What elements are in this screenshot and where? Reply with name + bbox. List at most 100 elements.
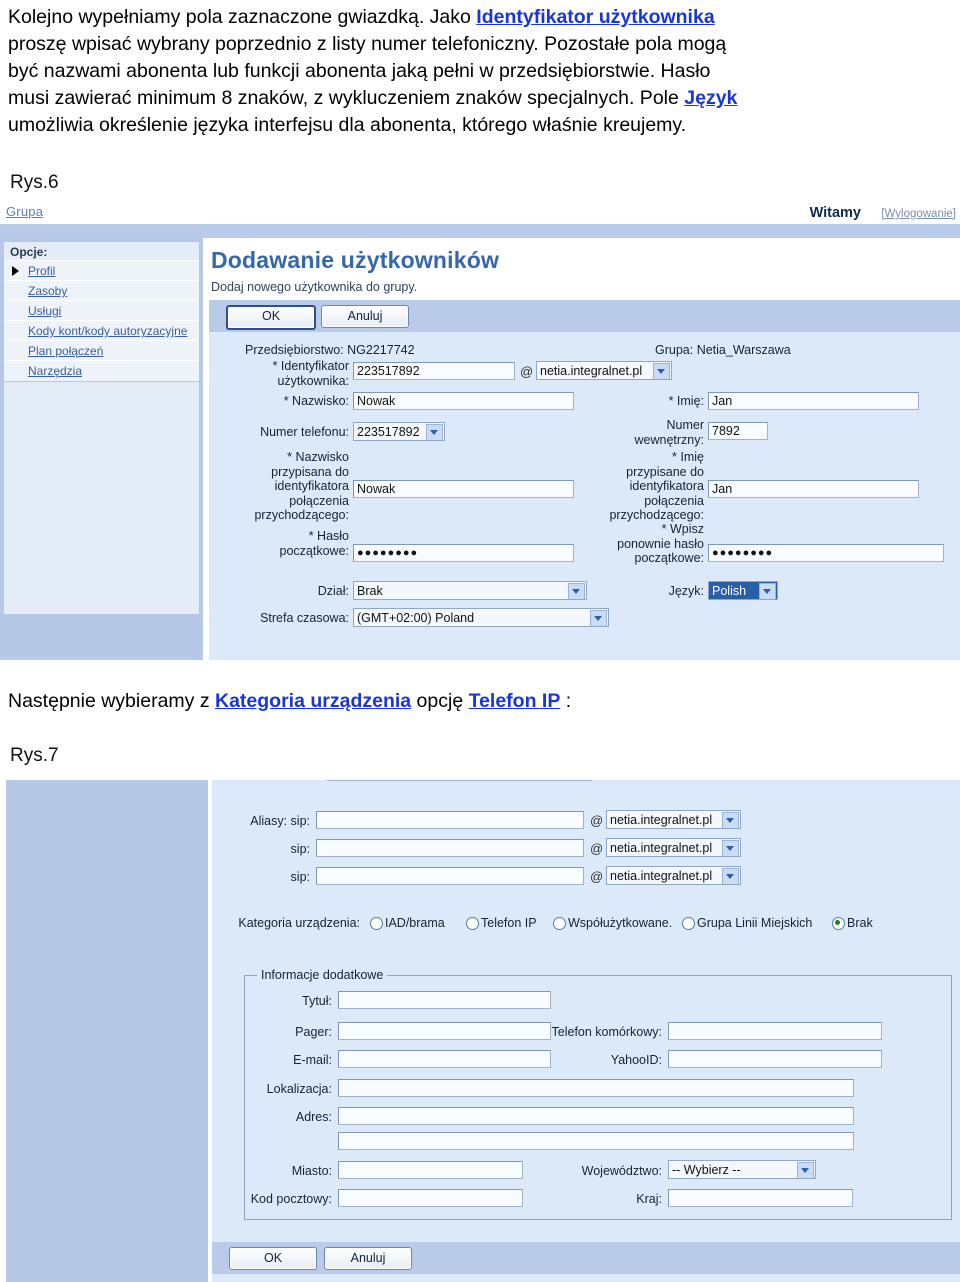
chevron-down-icon	[722, 868, 739, 884]
enterprise-field: Przedsiębiorstwo: NG2217742	[245, 343, 505, 358]
sidebar-item-label: Narzędzia	[28, 364, 83, 378]
inline-link[interactable]: Identyfikator użytkownika	[476, 6, 714, 28]
cancel-button-2[interactable]: Anuluj	[324, 1247, 412, 1270]
app-header: Grupa Witamy [Wylogowanie]	[0, 202, 960, 224]
sidebar-item-kody-kont[interactable]: Kody kont/kody autoryzacyjne	[4, 320, 199, 342]
sidebar-item-label: Zasoby	[28, 284, 68, 298]
phone-select[interactable]: 223517892	[353, 422, 445, 441]
password-confirm-input[interactable]: ●●●●●●●●	[708, 544, 944, 562]
radio-telefon-ip[interactable]	[466, 917, 479, 930]
ok-button[interactable]: OK	[226, 305, 316, 330]
ok-button-2[interactable]: OK	[229, 1247, 317, 1270]
paragraph-line: proszę wpisać wybrany poprzednio z listy…	[8, 31, 954, 58]
alias-row-2-label: sip:	[290, 842, 310, 856]
department-select[interactable]: Brak	[353, 581, 587, 600]
enterprise-value: NG2217742	[347, 343, 415, 357]
device-category-label: Kategoria urządzenia:	[238, 916, 360, 930]
radio-label-wspoluzytkowane: Współużytkowane.	[568, 916, 673, 930]
country-input[interactable]	[668, 1189, 853, 1207]
firstname-input[interactable]: Jan	[708, 392, 919, 410]
user-id-input[interactable]: 223517892	[353, 362, 515, 380]
address-label: Adres:	[295, 1110, 332, 1124]
pager-label: Pager:	[295, 1025, 332, 1039]
figure-7-screenshot: Aliasy: sip: @ netia.integralnet.pl sip:…	[0, 775, 960, 1282]
alias-input-1[interactable]	[316, 811, 584, 829]
additional-info-fieldset	[244, 975, 952, 1220]
inline-link[interactable]: Kategoria urządzenia	[215, 690, 411, 712]
alias-input-3[interactable]	[316, 867, 584, 885]
zip-input[interactable]	[338, 1189, 523, 1207]
form-pane: Przedsiębiorstwo: NG2217742 Grupa: Netia…	[209, 332, 960, 660]
chevron-down-icon	[653, 363, 670, 379]
ext-label: Numer wewnętrzny:	[634, 418, 704, 447]
chevron-down-icon	[722, 840, 739, 856]
radio-label-iad-brama: IAD/brama	[385, 916, 445, 930]
sidebar-item-zasoby[interactable]: Zasoby	[4, 280, 199, 302]
sidebar-item-label: Kody kont/kody autoryzacyjne	[28, 324, 188, 338]
title-input[interactable]	[338, 991, 551, 1009]
middle-paragraph: Następnie wybieramy z Kategoria urządzen…	[8, 688, 954, 715]
radio-label-grupa-linii-miejskich: Grupa Linii Miejskich	[697, 916, 813, 930]
domain-select-value: netia.integralnet.pl	[540, 364, 643, 378]
yahoo-input[interactable]	[668, 1050, 882, 1068]
domain-select[interactable]: netia.integralnet.pl	[536, 361, 672, 380]
address-input-2[interactable]	[338, 1132, 854, 1150]
alias-domain-value-3: netia.integralnet.pl	[610, 869, 713, 883]
inline-link[interactable]: Język	[684, 87, 737, 109]
radio-brak[interactable]	[832, 917, 845, 930]
city-input[interactable]	[338, 1161, 523, 1179]
firstname-label: * Imię:	[668, 394, 704, 408]
selected-arrow-icon	[12, 266, 19, 276]
radio-wspoluzytkowane[interactable]	[553, 917, 566, 930]
lastname-input[interactable]: Nowak	[353, 392, 574, 410]
alias-domain-select-1[interactable]: netia.integralnet.pl	[606, 810, 741, 829]
logout-link[interactable]: [Wylogowanie]	[881, 208, 956, 220]
phone-label: Numer telefonu:	[260, 425, 349, 439]
language-select[interactable]: Polish	[708, 581, 778, 600]
sidebar-item-plan-polaczen[interactable]: Plan połączeń	[4, 340, 199, 362]
language-select-value: Polish	[712, 584, 747, 598]
department-label: Dział:	[317, 584, 349, 598]
address-input[interactable]	[338, 1107, 854, 1125]
form-pane-2: Aliasy: sip: @ netia.integralnet.pl sip:…	[212, 780, 960, 1282]
pager-input[interactable]	[338, 1022, 551, 1040]
inline-text: Następnie wybieramy z	[8, 690, 215, 712]
email-input[interactable]	[338, 1050, 551, 1068]
password-label: * Hasło początkowe:	[279, 529, 349, 558]
inline-text: proszę wpisać wybrany poprzednio z listy…	[8, 33, 727, 55]
inline-text: :	[560, 690, 572, 712]
group-label: Grupa:	[655, 343, 694, 357]
lastname-label: * Nazwisko:	[283, 394, 349, 408]
group-value: Netia_Warszawa	[696, 343, 791, 357]
radio-grupa-linii-miejskich[interactable]	[682, 917, 695, 930]
alias-input-2[interactable]	[316, 839, 584, 857]
enterprise-label: Przedsiębiorstwo:	[245, 343, 344, 357]
sidebar-item-narzedzia[interactable]: Narzędzia	[4, 360, 199, 382]
radio-iad-brama[interactable]	[370, 917, 383, 930]
figure-6-screenshot: Grupa Witamy [Wylogowanie] Opcje: Profil…	[0, 202, 960, 660]
chevron-down-icon	[590, 610, 607, 626]
clid-firstname-input[interactable]: Jan	[708, 480, 919, 498]
sidebar-title: Opcje:	[10, 245, 48, 259]
yahoo-label: YahooID:	[610, 1053, 662, 1067]
state-select[interactable]: -- Wybierz --	[668, 1160, 816, 1179]
cancel-button[interactable]: Anuluj	[321, 305, 409, 328]
figure-6-caption: Rys.6	[10, 172, 59, 193]
sidebar-placeholder	[6, 780, 208, 1282]
sidebar-item-profil[interactable]: Profil	[4, 260, 199, 282]
location-input[interactable]	[338, 1079, 854, 1097]
app-brand-link[interactable]: Grupa	[6, 204, 43, 219]
alias-domain-select-3[interactable]: netia.integralnet.pl	[606, 866, 741, 885]
ext-input[interactable]: 7892	[708, 422, 768, 440]
mobile-input[interactable]	[668, 1022, 882, 1040]
timezone-select[interactable]: (GMT+02:00) Poland	[353, 608, 609, 627]
figure-7-caption: Rys.7	[10, 745, 59, 766]
clid-lastname-input[interactable]: Nowak	[353, 480, 574, 498]
at-sign-3: @	[590, 869, 604, 884]
password-input[interactable]: ●●●●●●●●	[353, 544, 574, 562]
at-sign-2: @	[590, 841, 604, 856]
inline-link[interactable]: Telefon IP	[469, 690, 561, 712]
alias-domain-select-2[interactable]: netia.integralnet.pl	[606, 838, 741, 857]
sidebar-item-uslugi[interactable]: Usługi	[4, 300, 199, 322]
inline-text: musi zawierać minimum 8 znaków, z wykluc…	[8, 87, 685, 109]
